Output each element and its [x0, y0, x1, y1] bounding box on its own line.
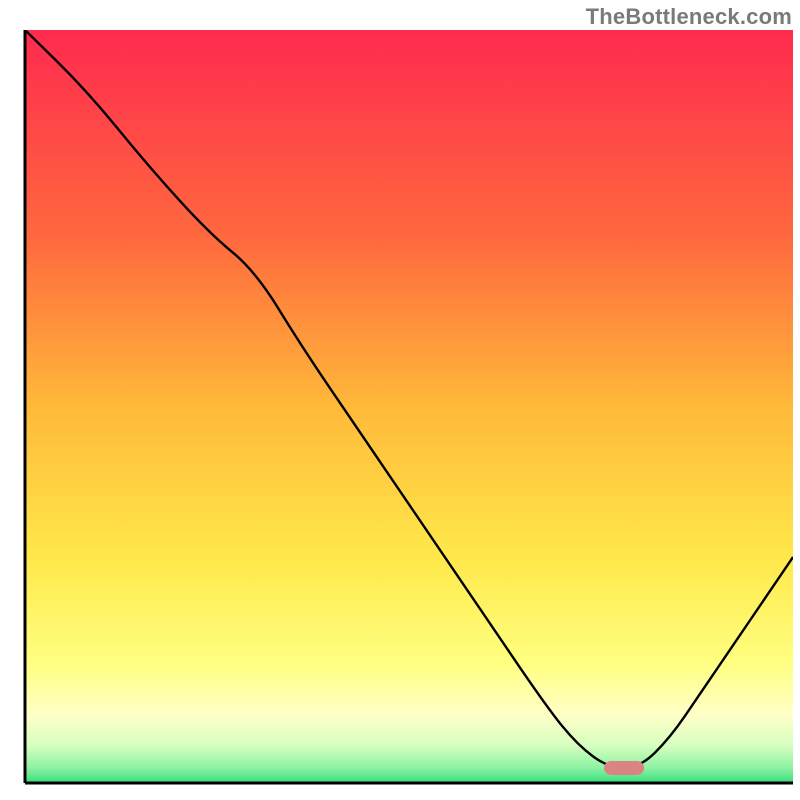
- chart-background: [25, 30, 793, 783]
- bottleneck-chart: [0, 0, 800, 800]
- optimal-point-marker: [604, 761, 644, 775]
